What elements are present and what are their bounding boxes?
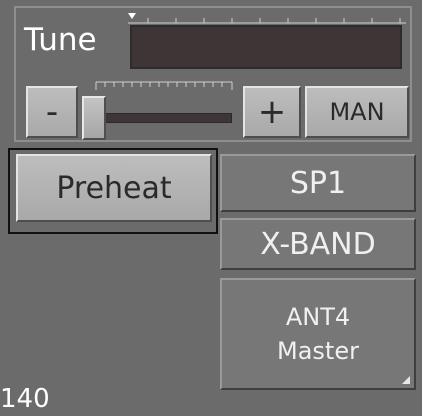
submenu-corner-icon <box>402 376 410 384</box>
tune-increase-button[interactable]: + <box>243 86 301 138</box>
tune-decrease-button[interactable]: - <box>26 86 78 138</box>
sp1-button[interactable]: SP1 <box>220 154 416 212</box>
x-band-button[interactable]: X-BAND <box>220 218 416 270</box>
preheat-button[interactable]: Preheat <box>16 154 212 222</box>
status-value: 140 <box>0 384 50 414</box>
tune-slider-track[interactable] <box>96 113 232 123</box>
ant4-label: ANT4 <box>285 303 351 331</box>
tune-slider-thumb[interactable] <box>82 96 106 140</box>
ant4-master-button[interactable]: ANT4 Master <box>220 278 416 390</box>
tune-indicator-marker <box>128 13 136 19</box>
tune-level-display <box>130 25 402 69</box>
radar-tune-panel: Tune - + MAN Preheat SP1 X-BAND ANT4 Mas… <box>0 0 422 416</box>
tune-slider-scale <box>95 81 233 90</box>
tune-label: Tune <box>24 22 97 58</box>
master-label: Master <box>277 337 359 365</box>
tune-scale <box>128 13 406 24</box>
tune-manual-button[interactable]: MAN <box>305 86 409 138</box>
